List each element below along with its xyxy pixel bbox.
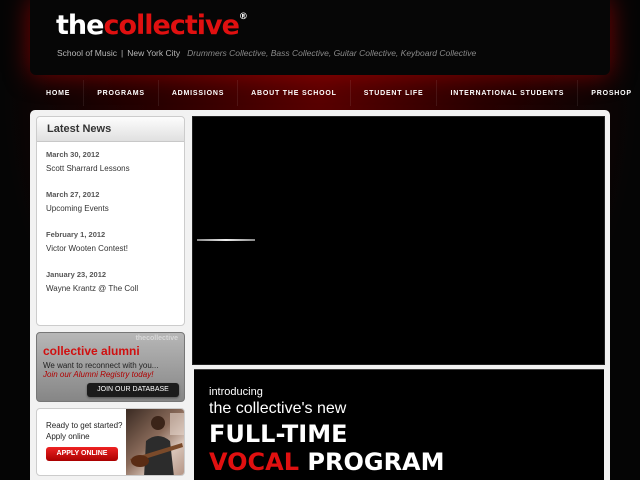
nav-student-life[interactable]: STUDENT LIFE — [351, 80, 438, 106]
site-header: thecollective® School of Music | New York … — [30, 0, 610, 75]
latest-news-heading: Latest News — [37, 117, 184, 142]
apply-question: Ready to get started? — [46, 421, 123, 430]
promo-subtitle: the collective's new — [209, 400, 347, 417]
nav-international-students[interactable]: INTERNATIONAL STUDENTS — [437, 80, 579, 106]
site-tagline: School of Music | New York City Drummers Co… — [57, 48, 476, 58]
news-link[interactable]: Scott Sharrard Lessons — [46, 164, 184, 173]
alumni-watermark: thecollective — [135, 335, 178, 342]
news-item: March 27, 2012 Upcoming Events — [46, 190, 184, 230]
tagline-school: School of Music — [57, 48, 117, 58]
alumni-reconnect-text: We want to reconnect with you... — [43, 361, 159, 370]
tagline-city: New York City — [127, 48, 181, 58]
tagline-separator: | — [121, 48, 124, 58]
logo-text-red: collective — [103, 10, 239, 41]
latest-news-panel: Latest News March 30, 2012 Scott Sharrar… — [36, 116, 185, 326]
promo-headline-1: FULL-TIME — [209, 420, 348, 448]
registered-mark: ® — [238, 12, 248, 22]
news-link[interactable]: Upcoming Events — [46, 204, 184, 213]
news-date: January 23, 2012 — [46, 270, 107, 279]
nav-home[interactable]: HOME — [30, 80, 85, 106]
news-date: February 1, 2012 — [46, 230, 106, 239]
main-nav: HOME PROGRAMS ADMISSIONS ABOUT THE SCHOO… — [30, 80, 631, 106]
site-logo[interactable]: thecollective® — [56, 10, 248, 41]
guitarist-photo — [126, 409, 184, 475]
news-item: February 1, 2012 Victor Wooten Contest! — [46, 230, 184, 270]
news-link[interactable]: Wayne Krantz @ The Coll — [46, 284, 184, 293]
alumni-banner[interactable]: thecollective collective alumni We want … — [36, 332, 185, 402]
apply-online-button[interactable]: APPLY ONLINE — [46, 447, 118, 461]
guitarist-illustration — [130, 413, 184, 475]
apply-subtext: Apply online — [46, 432, 90, 441]
news-date: March 30, 2012 — [46, 150, 100, 159]
alumni-registry-text: Join our Alumni Registry today! — [43, 370, 154, 379]
news-item: March 30, 2012 Scott Sharrard Lessons — [46, 150, 184, 190]
tagline-divisions: Drummers Collective, Bass Collective, Gu… — [187, 48, 477, 58]
promo-headline-2: VOCAL PROGRAM — [209, 448, 445, 476]
news-item: January 23, 2012 Wayne Krantz @ The Coll — [46, 270, 184, 310]
news-list: March 30, 2012 Scott Sharrard Lessons Ma… — [37, 142, 184, 310]
nav-admissions[interactable]: ADMISSIONS — [159, 80, 239, 106]
news-date: March 27, 2012 — [46, 190, 100, 199]
apply-online-banner[interactable]: Ready to get started? Apply online APPLY… — [36, 408, 185, 476]
nav-about-the-school[interactable]: ABOUT THE SCHOOL — [238, 80, 351, 106]
nav-programs[interactable]: PROGRAMS — [84, 80, 159, 106]
promo-intro: introducing — [209, 386, 263, 398]
news-link[interactable]: Victor Wooten Contest! — [46, 244, 184, 253]
join-database-button[interactable]: JOIN OUR DATABASE — [87, 383, 179, 397]
apply-text: Ready to get started? Apply online — [46, 420, 123, 442]
promo-program-word: PROGRAM — [307, 448, 445, 476]
loading-bar — [197, 239, 255, 241]
video-player[interactable] — [192, 116, 605, 365]
alumni-title: collective alumni — [43, 344, 140, 358]
vocal-program-promo[interactable]: introducing the collective's new FULL-TI… — [194, 369, 604, 480]
promo-vocal-word: VOCAL — [209, 448, 300, 476]
logo-text-white: the — [56, 10, 104, 41]
nav-proshop[interactable]: PROSHOP — [578, 80, 640, 106]
